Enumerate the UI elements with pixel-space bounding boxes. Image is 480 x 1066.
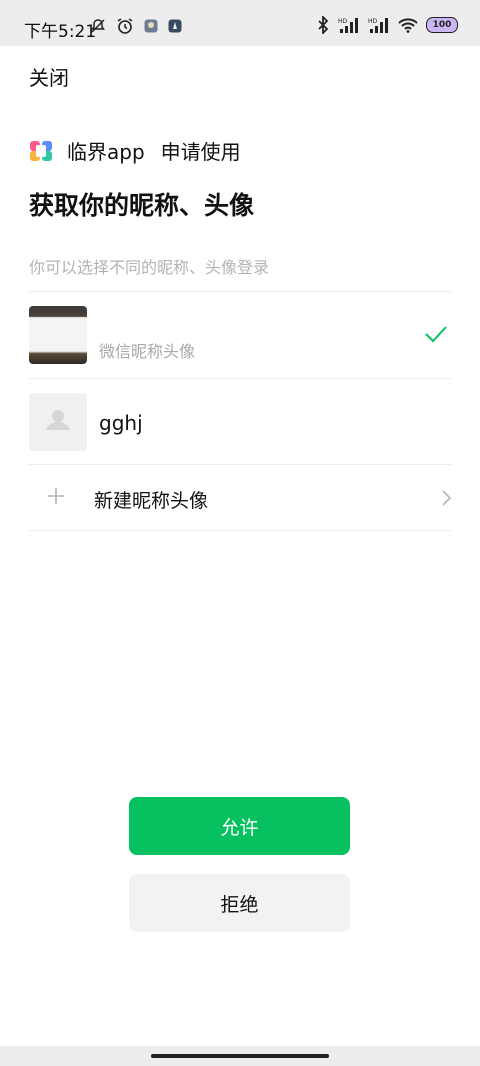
option-label: 微信昵称头像 (99, 342, 196, 361)
mute-icon (91, 19, 105, 33)
divider (29, 464, 451, 465)
hd-signal-icon: HD (338, 18, 358, 33)
bluetooth-icon (318, 16, 329, 34)
avatar (29, 306, 87, 364)
check-icon (425, 326, 447, 343)
navigation-bar (0, 1046, 480, 1066)
request-text: 申请使用 (160, 140, 241, 164)
alarm-icon (117, 18, 133, 34)
avatar (29, 393, 87, 451)
svg-text:HD: HD (338, 18, 348, 25)
allow-button[interactable]: 允许 (129, 797, 350, 855)
close-button[interactable]: 关闭 (29, 62, 69, 91)
default-avatar-icon (46, 410, 70, 430)
app-name: 临界app (67, 140, 145, 164)
app-notification-icon (168, 19, 182, 33)
status-bar: 下午5:21 HD HD 100 (0, 0, 480, 46)
plus-icon (48, 488, 64, 504)
wifi-icon (398, 18, 418, 33)
chevron-right-icon (442, 490, 452, 506)
page-title: 获取你的昵称、头像 (29, 191, 255, 220)
page-subtitle: 你可以选择不同的昵称、头像登录 (29, 258, 270, 277)
app-logo-icon (30, 140, 52, 161)
divider (29, 530, 451, 531)
status-time: 下午5:21 (24, 22, 97, 42)
svg-text:HD: HD (368, 18, 378, 25)
app-notification-icon (144, 19, 158, 33)
option-label: 新建昵称头像 (94, 490, 209, 512)
divider (29, 291, 451, 292)
option-label: gghj (99, 411, 143, 435)
battery-icon: 100 (426, 17, 458, 33)
status-left-icons (90, 17, 182, 35)
divider (29, 378, 451, 379)
app-info: 临界app 申请使用 (29, 136, 241, 165)
status-right-icons: HD HD 100 (316, 16, 458, 34)
deny-button[interactable]: 拒绝 (129, 874, 350, 932)
hd-signal-icon: HD (368, 18, 388, 33)
home-gesture-handle[interactable] (151, 1054, 329, 1058)
